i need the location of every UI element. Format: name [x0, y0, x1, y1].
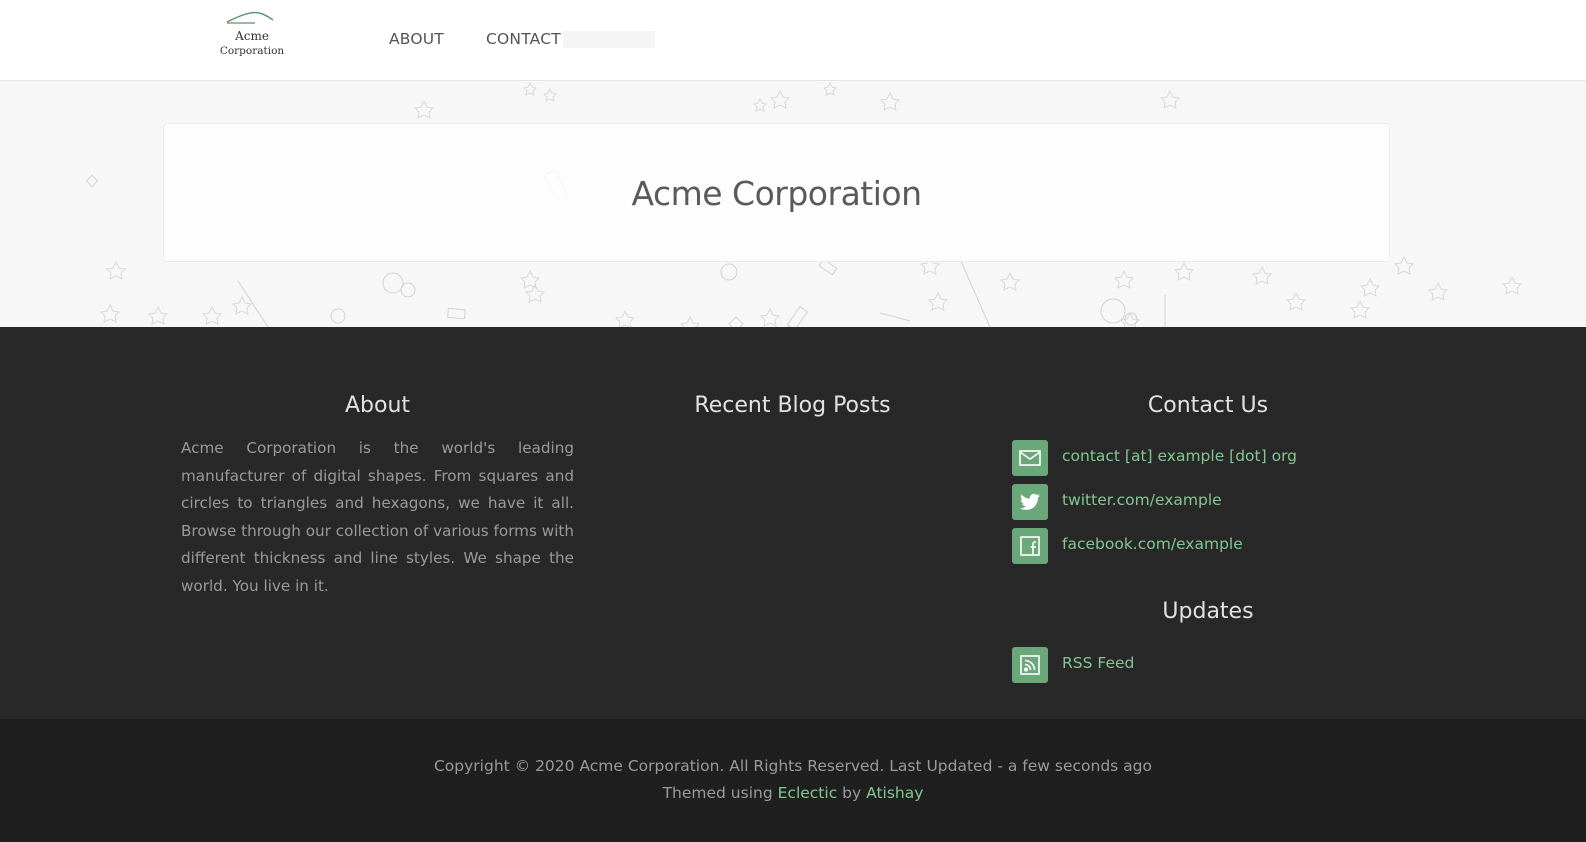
logo-swoosh-icon [226, 11, 274, 24]
rss-icon[interactable] [1012, 647, 1048, 683]
updates-heading: Updates [1162, 599, 1254, 624]
theme-credit-prefix: Themed using [662, 784, 773, 802]
facebook-link[interactable]: facebook.com/example [1062, 535, 1243, 553]
recent-posts-heading: Recent Blog Posts [694, 393, 891, 418]
site-logo[interactable]: Acme Corporation [219, 10, 285, 62]
bottom-bar: Copyright © 2020 Acme Corporation. All R… [0, 719, 1586, 842]
rss-feed-link[interactable]: RSS Feed [1062, 654, 1134, 672]
theme-link[interactable]: Eclectic [778, 784, 838, 802]
nav-about-link[interactable]: ABOUT [389, 30, 444, 48]
email-link[interactable]: contact [at] example [dot] org [1062, 447, 1297, 465]
mail-icon[interactable] [1012, 440, 1048, 476]
logo-text-line1: Acme [235, 29, 269, 43]
search-input[interactable] [563, 31, 655, 48]
theme-credit-by: by [842, 784, 862, 802]
twitter-link[interactable]: twitter.com/example [1062, 491, 1222, 509]
site-header: Acme Corporation ABOUT CONTACT [0, 0, 1586, 81]
copyright-text: Copyright © 2020 Acme Corporation. All R… [433, 757, 1152, 775]
theme-credit: Themed using Eclectic by Atishay [0, 784, 1586, 802]
site-footer: About Acme Corporation is the world's le… [0, 327, 1586, 719]
twitter-icon[interactable] [1012, 484, 1048, 520]
hero-title: Acme Corporation [631, 174, 922, 213]
contact-heading: Contact Us [1147, 393, 1269, 418]
about-text: Acme Corporation is the world's leading … [181, 439, 574, 595]
logo-text-line2: Corporation [219, 45, 285, 57]
hero-section: Acme Corporation [0, 81, 1586, 327]
nav-contact-link[interactable]: CONTACT [486, 30, 561, 48]
hero-card: Acme Corporation [163, 123, 1390, 262]
about-heading: About [344, 393, 411, 418]
author-link[interactable]: Atishay [866, 784, 923, 802]
facebook-icon[interactable] [1012, 528, 1048, 564]
